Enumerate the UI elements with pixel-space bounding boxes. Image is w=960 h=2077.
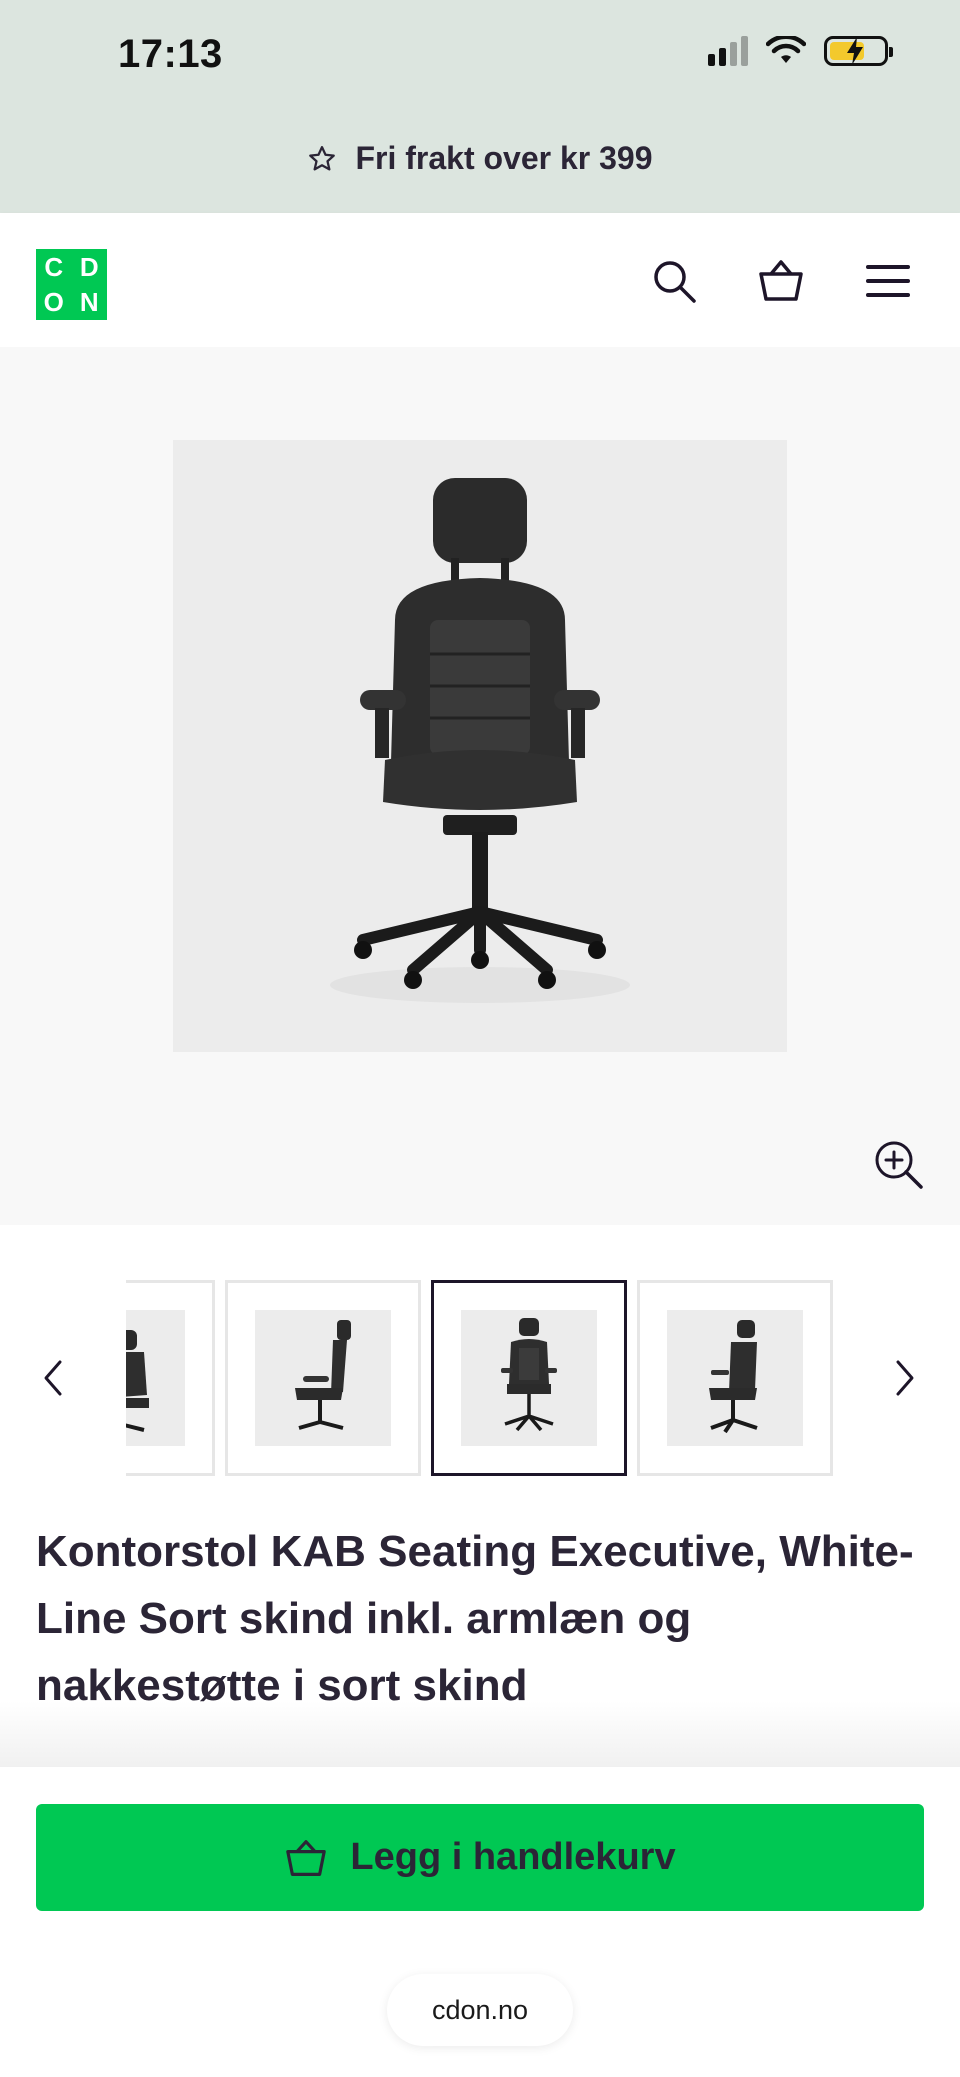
product-gallery <box>0 347 960 1225</box>
promo-text: Fri frakt over kr 399 <box>355 140 653 176</box>
product-title: Kontorstol KAB Seating Executive, White-… <box>36 1527 914 1710</box>
url-text: cdon.no <box>431 1994 529 2025</box>
thumbnail-active[interactable] <box>431 1280 627 1476</box>
wifi-icon <box>766 36 806 63</box>
menu-icon[interactable] <box>864 257 912 305</box>
bottom-shadow <box>0 1700 960 1768</box>
status-icons <box>708 36 893 66</box>
status-time: 17:13 <box>118 32 223 76</box>
add-to-cart-button[interactable]: Legg i handlekurv <box>36 1804 924 1911</box>
thumbnail[interactable] <box>126 1280 215 1476</box>
logo-letter: O <box>43 287 64 318</box>
logo-letter: N <box>79 287 99 318</box>
free-shipping-banner: Fri frakt over kr 399 <box>0 140 960 177</box>
product-main-image[interactable] <box>173 440 787 1052</box>
chevron-right-icon <box>896 1360 914 1396</box>
next-image-button[interactable] <box>880 1340 930 1416</box>
basket-icon <box>286 1839 327 1876</box>
chevron-left-icon <box>44 1360 62 1396</box>
battery-icon <box>824 36 893 66</box>
thumbnail-track <box>126 1280 834 1476</box>
thumbnail-carousel <box>0 1280 960 1476</box>
cdon-logo[interactable]: C D O N <box>36 249 107 320</box>
browser-url-pill[interactable]: cdon.no <box>387 1974 573 2046</box>
basket-icon[interactable] <box>757 257 805 305</box>
cellular-signal-icon <box>708 36 748 66</box>
zoom-in-icon[interactable] <box>872 1138 924 1190</box>
top-band: 17:13 Fri frakt over kr 399 <box>0 0 960 213</box>
sticky-cart-bar: Legg i handlekurv cdon.no <box>0 1767 960 2077</box>
star-icon <box>309 145 336 170</box>
previous-image-button[interactable] <box>28 1340 78 1416</box>
logo-letter: D <box>79 251 99 282</box>
add-to-cart-label: Legg i handlekurv <box>350 1836 676 1878</box>
site-header: C D O N <box>0 213 960 347</box>
thumbnail[interactable] <box>637 1280 833 1476</box>
search-icon[interactable] <box>650 257 698 305</box>
thumbnail[interactable] <box>225 1280 421 1476</box>
logo-letter: C <box>44 251 64 282</box>
